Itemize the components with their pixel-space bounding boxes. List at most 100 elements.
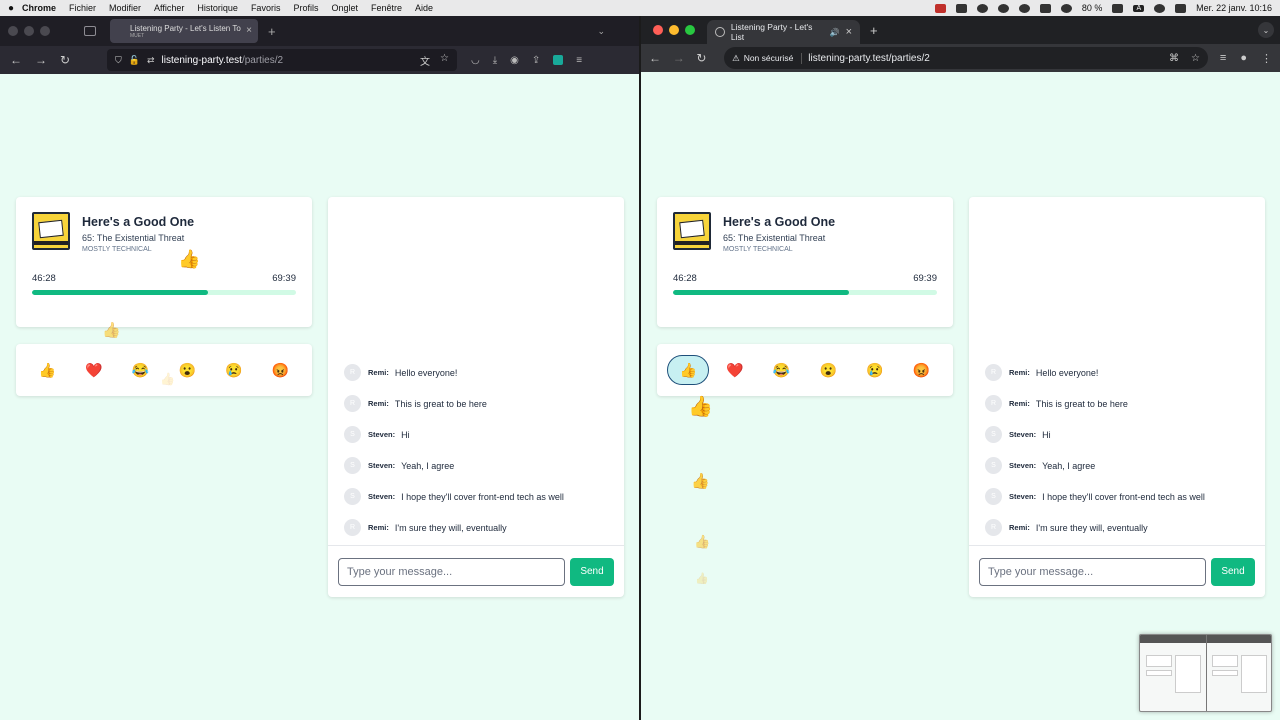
new-tab-icon[interactable]: + xyxy=(268,24,276,39)
message-author: Remi: xyxy=(368,368,389,377)
minimize-window-button[interactable] xyxy=(669,25,679,35)
menu-profils[interactable]: Profils xyxy=(293,3,318,13)
firefox-tab[interactable]: Listening Party - Let's Listen To MUET × xyxy=(110,19,258,43)
message-author: Steven: xyxy=(1009,461,1037,470)
send-button[interactable]: Send xyxy=(570,557,614,586)
react-angry-button[interactable]: 😡 xyxy=(901,355,943,385)
chat-message: S Steven: Yeah, I agree xyxy=(985,450,1255,481)
screenshot-thumbnail[interactable] xyxy=(1139,634,1272,712)
react-heart-button[interactable]: ❤️ xyxy=(714,355,756,385)
close-tab-icon[interactable]: × xyxy=(846,26,852,38)
back-icon[interactable]: ← xyxy=(10,53,35,67)
avatar: S xyxy=(985,457,1002,474)
send-button[interactable]: Send xyxy=(1211,557,1255,586)
avatar: R xyxy=(344,364,361,381)
reload-icon[interactable]: ↻ xyxy=(60,53,85,67)
menu-fichier[interactable]: Fichier xyxy=(69,3,96,13)
control-center-icon[interactable] xyxy=(1175,3,1187,13)
play-icon[interactable] xyxy=(1060,3,1072,13)
avatar: S xyxy=(985,426,1002,443)
input-source-icon[interactable]: A xyxy=(1133,4,1145,12)
podcast-cover xyxy=(673,212,711,250)
react-laugh-button[interactable]: 😂 xyxy=(761,355,803,385)
kebab-menu-icon[interactable]: ⋮ xyxy=(1261,52,1272,65)
zoom-window-button[interactable] xyxy=(685,25,695,35)
close-tab-icon[interactable]: × xyxy=(246,25,252,36)
new-tab-icon[interactable]: + xyxy=(870,23,878,38)
tab-title: Listening Party - Let's Listen To xyxy=(130,23,241,33)
menu-onglet[interactable]: Onglet xyxy=(331,3,358,13)
react-wow-button[interactable]: 😮 xyxy=(807,355,849,385)
zoom-window-button[interactable] xyxy=(40,26,50,36)
message-text: Hi xyxy=(401,429,410,440)
list-tabs-icon[interactable]: ⌄ xyxy=(597,26,605,37)
downloads-icon[interactable]: ⤓ xyxy=(493,55,497,66)
github-icon[interactable] xyxy=(997,3,1009,13)
bookmark-star-icon[interactable]: ☆ xyxy=(440,53,449,68)
message-text: Hello everyone! xyxy=(1035,367,1099,378)
tab-search-icon[interactable]: ⌄ xyxy=(1258,22,1274,38)
app-status-icon[interactable] xyxy=(934,3,946,13)
insecure-lock-icon[interactable]: 🔓 xyxy=(129,55,140,66)
menu-historique[interactable]: Historique xyxy=(197,3,238,13)
share-icon[interactable]: ⇪ xyxy=(532,55,540,66)
close-window-button[interactable] xyxy=(653,25,663,35)
reload-icon[interactable]: ↻ xyxy=(696,51,720,65)
pocket-icon[interactable]: ◡ xyxy=(471,55,480,66)
message-author: Remi: xyxy=(368,399,389,408)
extension-icon[interactable] xyxy=(553,54,564,65)
apple-icon[interactable]: ● xyxy=(0,3,22,14)
avatar: S xyxy=(344,426,361,443)
avatar: R xyxy=(985,395,1002,412)
arc-icon[interactable] xyxy=(976,3,988,13)
menu-aide[interactable]: Aide xyxy=(415,3,433,13)
profile-icon[interactable]: ● xyxy=(1240,52,1247,65)
close-window-button[interactable] xyxy=(8,26,18,36)
menu-icon[interactable]: ≡ xyxy=(576,55,582,66)
react-thumbs-up-button[interactable]: 👍 xyxy=(667,355,710,385)
react-sad-button[interactable]: 😢 xyxy=(213,355,255,385)
tab-muted-label: MUET xyxy=(130,32,145,39)
battery-icon[interactable] xyxy=(1112,3,1124,13)
permissions-icon[interactable]: ⇄ xyxy=(147,55,155,66)
avatar: R xyxy=(344,395,361,412)
chrome-tab[interactable]: Listening Party - Let's List 🔊 × xyxy=(707,20,860,44)
message-composer: Send xyxy=(328,545,624,597)
react-angry-button[interactable]: 😡 xyxy=(260,355,302,385)
menu-favoris[interactable]: Favoris xyxy=(251,3,281,13)
account-icon[interactable]: ◉ xyxy=(510,55,519,66)
menu-modifier[interactable]: Modifier xyxy=(109,3,141,13)
react-heart-button[interactable]: ❤️ xyxy=(73,355,115,385)
security-chip[interactable]: ⚠ Non sécurisé xyxy=(732,52,803,64)
media-controls-icon[interactable]: ≡ xyxy=(1220,52,1226,65)
firefox-window: Listening Party - Let's Listen To MUET ×… xyxy=(0,16,639,720)
react-laugh-button[interactable]: 😂 xyxy=(120,355,162,385)
bookmark-star-icon[interactable]: ☆ xyxy=(1191,53,1200,64)
audio-playing-icon[interactable]: 🔊 xyxy=(830,28,840,37)
minimize-window-button[interactable] xyxy=(24,26,34,36)
forward-icon[interactable]: → xyxy=(673,51,697,65)
translate-icon[interactable]: 文 xyxy=(420,53,430,68)
address-bar[interactable]: ⛉ 🔓 ⇄ listening-party.test /parties/2 文 … xyxy=(107,49,457,71)
translate-icon[interactable]: ⌘ xyxy=(1169,53,1179,64)
back-icon[interactable]: ← xyxy=(649,51,673,65)
menu-app[interactable]: Chrome xyxy=(22,3,56,13)
react-sad-button[interactable]: 😢 xyxy=(854,355,896,385)
tab-overview-icon[interactable] xyxy=(84,26,96,36)
menu-fenetre[interactable]: Fenêtre xyxy=(371,3,402,13)
download-icon[interactable] xyxy=(1039,3,1051,13)
message-input[interactable] xyxy=(338,557,565,586)
firefox-navbar: ← → ↻ ⛉ 🔓 ⇄ listening-party.test /partie… xyxy=(0,46,639,74)
shield-icon[interactable]: ⛉ xyxy=(115,55,122,66)
window-controls xyxy=(653,25,695,35)
clock[interactable]: Mer. 22 janv. 10:16 xyxy=(1196,3,1272,13)
menu-afficher[interactable]: Afficher xyxy=(154,3,184,13)
wifi-icon[interactable] xyxy=(1154,3,1166,13)
message-text: I hope they'll cover front-end tech as w… xyxy=(401,491,564,502)
message-input[interactable] xyxy=(979,557,1206,586)
eye-icon[interactable] xyxy=(1018,3,1030,13)
react-thumbs-up-button[interactable]: 👍 xyxy=(26,355,68,385)
forward-icon[interactable]: → xyxy=(35,53,60,67)
address-bar[interactable]: ⚠ Non sécurisé listening-party.test/parti… xyxy=(724,47,1208,69)
cloud-icon[interactable] xyxy=(955,3,967,13)
